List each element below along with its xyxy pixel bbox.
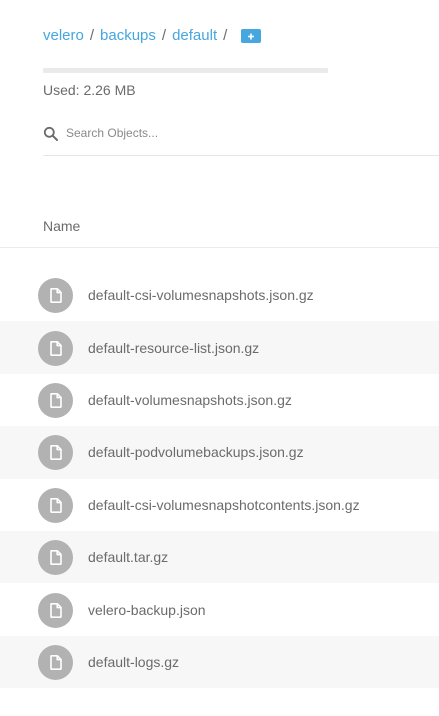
file-icon-badge [38,278,73,314]
file-row[interactable]: default-csi-volumesnapshots.json.gz [0,269,439,321]
file-row[interactable]: velero-backup.json [0,583,439,635]
file-name: default.tar.gz [88,549,169,566]
storage-usage-bar [43,68,328,73]
storage-used-label: Used: 2.26 MB [43,82,136,98]
object-browser: velero / backups / default / Used: 2.26 … [0,0,439,716]
file-row[interactable]: default-csi-volumesnapshotcontents.json.… [0,479,439,531]
file-icon [49,288,62,304]
file-icon [49,550,62,566]
search-bar [43,120,439,156]
file-name: default-csi-volumesnapshots.json.gz [88,287,314,304]
breadcrumb: velero / backups / default / [43,27,262,44]
file-icon-badge [38,487,73,523]
file-icon-badge [38,592,73,628]
breadcrumb-separator: / [223,27,228,44]
name-column-header[interactable]: Name [43,218,80,234]
file-icon-badge [38,435,73,471]
file-name: default-resource-list.json.gz [88,339,260,356]
file-icon [49,602,62,618]
file-row[interactable]: default-volumesnapshots.json.gz [0,374,439,426]
file-name: default-logs.gz [88,653,180,670]
file-row[interactable]: default-podvolumebackups.json.gz [0,426,439,479]
file-icon-badge [38,382,73,418]
breadcrumb-item-velero[interactable]: velero [43,27,84,44]
file-name: default-csi-volumesnapshotcontents.json.… [88,496,360,513]
file-icon [49,445,62,461]
new-folder-button[interactable] [241,28,262,43]
file-name: velero-backup.json [88,601,206,618]
file-icon [49,497,62,513]
file-icon [49,392,62,408]
breadcrumb-separator: / [89,27,95,44]
file-icon-badge [38,330,73,366]
file-icon-badge [38,644,73,680]
file-row[interactable]: default.tar.gz [0,530,439,584]
folder-plus-icon [248,33,255,39]
file-row[interactable]: default-logs.gz [0,635,439,689]
table-header: Name [0,205,439,248]
file-icon-badge [38,540,73,576]
search-input[interactable] [66,126,366,140]
file-name: default-podvolumebackups.json.gz [88,444,304,461]
breadcrumb-separator: / [161,27,167,44]
search-icon [43,126,58,141]
file-list: default-csi-volumesnapshots.json.gz defau… [0,269,439,689]
file-row[interactable]: default-resource-list.json.gz [0,321,439,374]
file-name: default-volumesnapshots.json.gz [88,391,292,408]
breadcrumb-item-default[interactable]: default [172,27,217,44]
file-icon [49,654,62,670]
file-icon [49,340,62,356]
breadcrumb-item-backups[interactable]: backups [100,27,156,44]
